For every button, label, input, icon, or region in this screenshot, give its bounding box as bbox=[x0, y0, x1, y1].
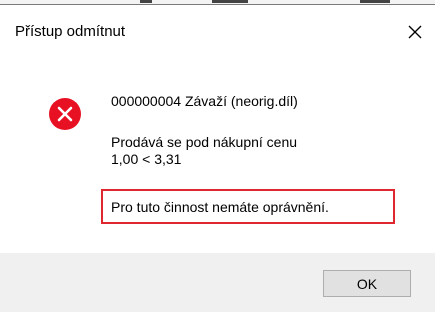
button-bar: OK bbox=[0, 253, 435, 312]
price-comparison: 1,00 < 3,31 bbox=[111, 151, 182, 167]
error-icon bbox=[49, 98, 81, 130]
item-description: 000000004 Závaží (neorig.díl) bbox=[111, 93, 298, 109]
permission-message: Pro tuto činnost nemáte oprávnění. bbox=[111, 199, 329, 215]
ok-button[interactable]: OK bbox=[323, 270, 411, 297]
background-window-edge bbox=[0, 0, 435, 12]
close-button[interactable] bbox=[395, 18, 435, 46]
title-bar: Přístup odmítnut bbox=[0, 12, 435, 52]
dialog-title: Přístup odmítnut bbox=[15, 23, 126, 40]
access-denied-dialog: Přístup odmítnut 000000004 Závaží (neori… bbox=[0, 0, 435, 312]
close-icon bbox=[408, 25, 422, 39]
reason-text: Prodává se pod nákupní cenu bbox=[111, 134, 298, 150]
